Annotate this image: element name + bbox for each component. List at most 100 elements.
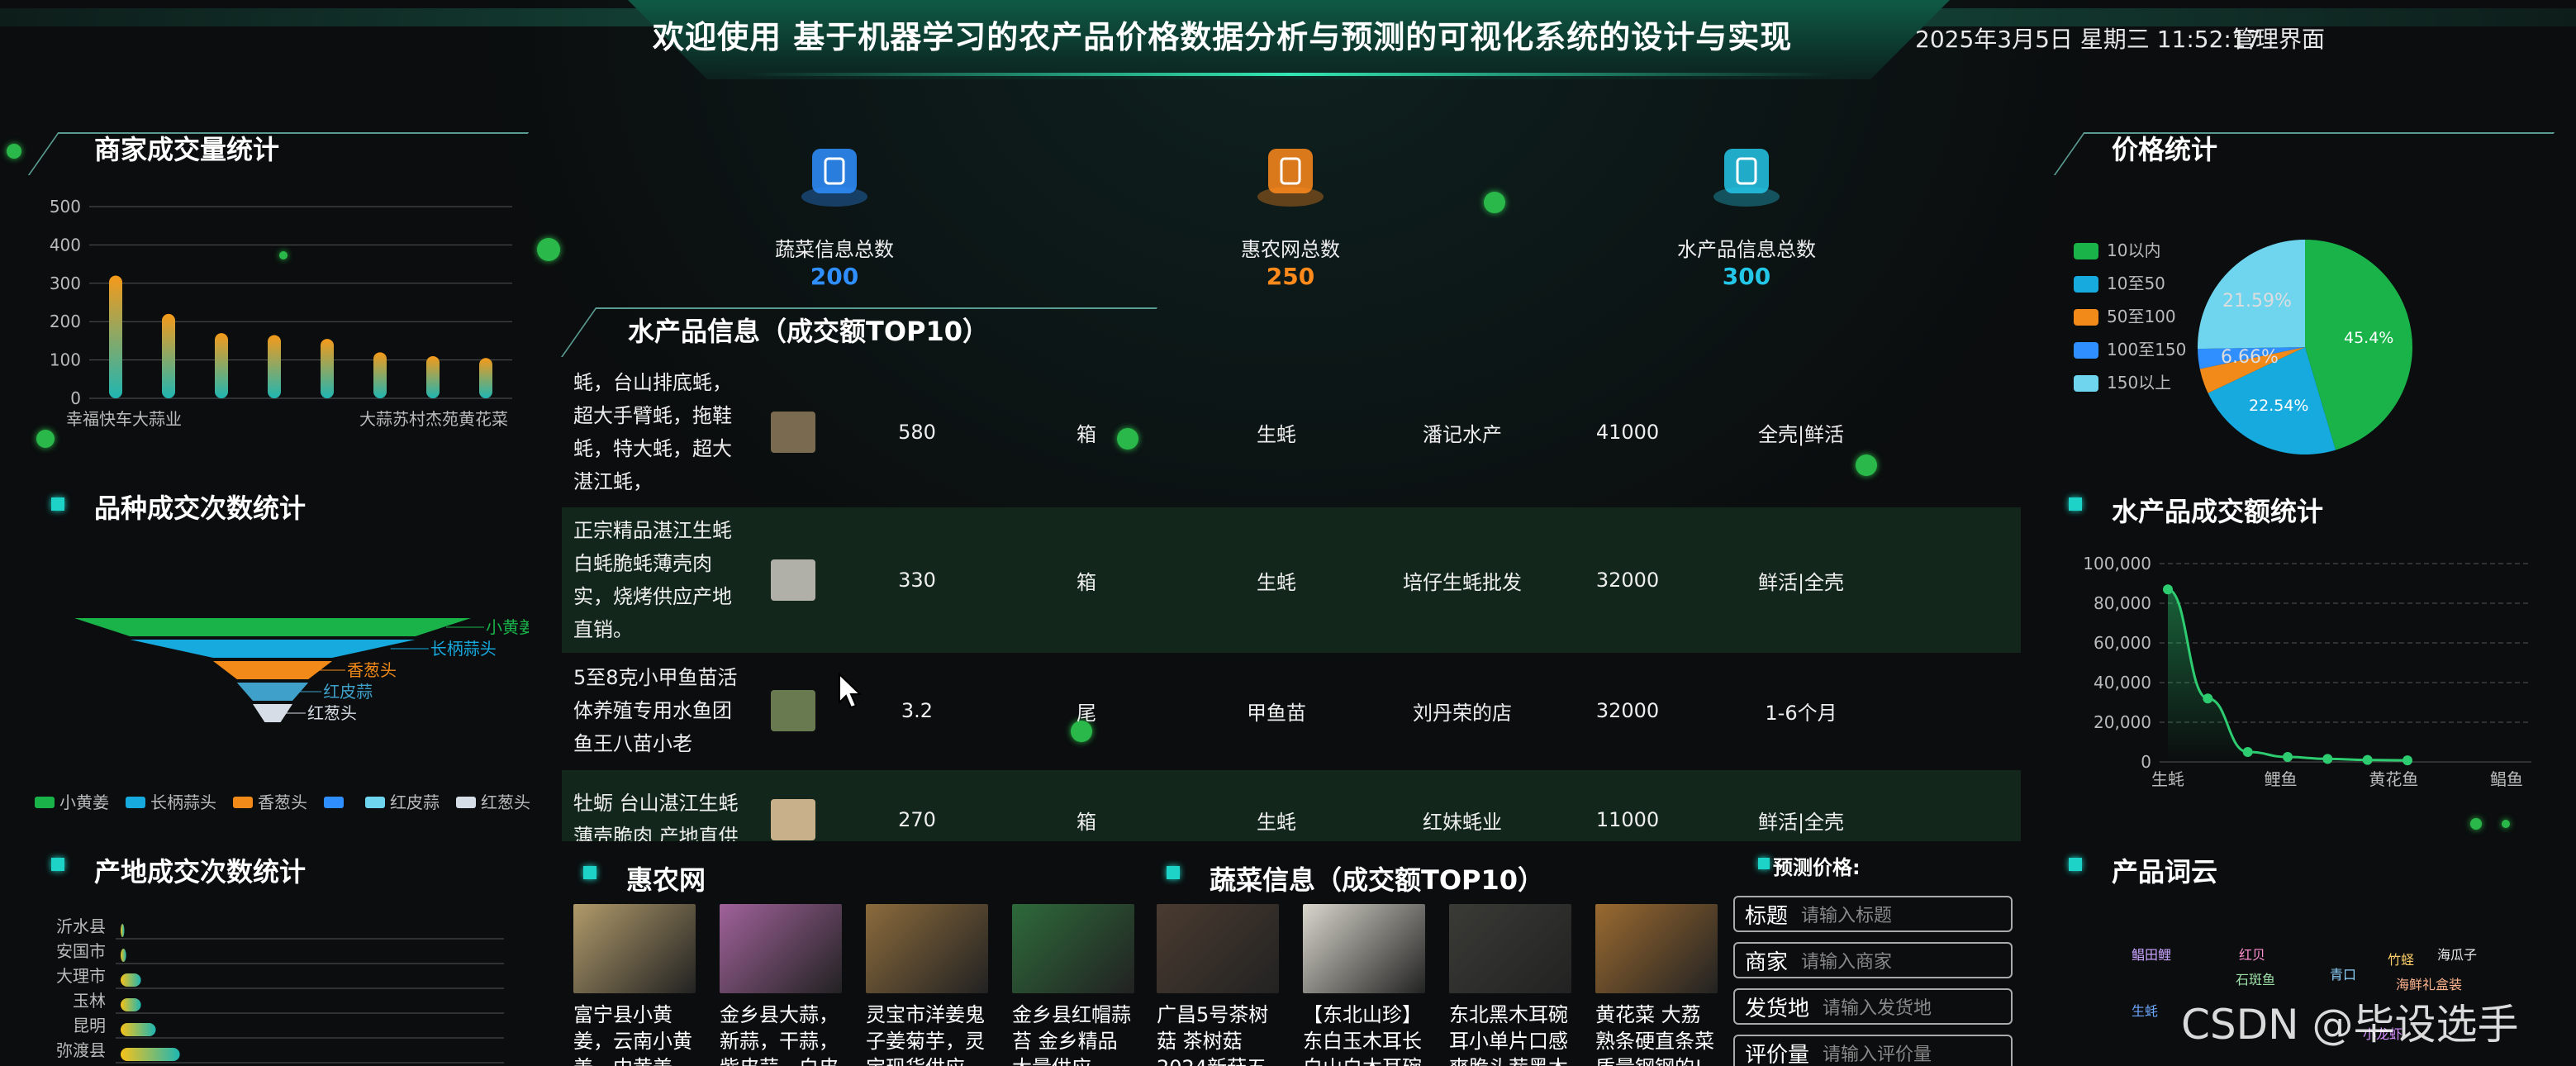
- y-tick-label: 昆明: [73, 1016, 106, 1035]
- x-tick-label: 幸福快车大蒜业: [66, 409, 182, 429]
- section-marker: [51, 858, 64, 871]
- cloud-word: 竹蛏: [2388, 952, 2415, 968]
- bar: [121, 973, 141, 987]
- field-placeholder: 请输入商家: [1801, 952, 1893, 973]
- card-image: [1303, 904, 1425, 993]
- legend-swatch: [2074, 375, 2098, 392]
- y-tick-label: 300: [50, 274, 81, 293]
- pie-outer-label: 6.66%: [2221, 347, 2279, 368]
- stat-label: 水产品信息总数: [1677, 238, 1816, 261]
- y-tick-label: 200: [50, 312, 81, 331]
- cell-shop: 刘丹荣的店: [1413, 701, 1512, 725]
- y-tick-label: 大理市: [56, 966, 106, 986]
- y-tick-label: 80,000: [2094, 593, 2151, 613]
- icon-body: [812, 149, 857, 193]
- legend-label: 小黄姜: [59, 792, 109, 812]
- card-name: 【东北山珍】东白玉木耳长白山白木耳碗: [1303, 1003, 1422, 1066]
- decor-dot: [537, 238, 560, 261]
- funnel-label: 长柄蒜头: [430, 639, 497, 659]
- field-label: 发货地: [1745, 996, 1810, 1021]
- funnel-label: 红葱头: [307, 703, 357, 723]
- y-tick-label: 100,000: [2083, 554, 2151, 573]
- funnel-segment: [74, 618, 471, 636]
- cell-amount: 41000: [1595, 421, 1660, 444]
- legend-swatch: [456, 797, 476, 808]
- aquatic-title: 水产品信息（成交额TOP10）: [628, 316, 990, 347]
- predict-field[interactable]: 发货地 请输入发货地: [1733, 988, 2013, 1025]
- aqamount-line-chart: 0 20,000 40,000 60,000 80,000 100,000 生蚝 鲤鱼 黄花鱼 鲳…: [2083, 554, 2531, 789]
- card-image: [866, 904, 988, 993]
- product-card[interactable]: 灵宝市洋姜鬼子姜菊芋，灵宝现货供应: [866, 904, 990, 1066]
- predict-field[interactable]: 评价量 请输入评价量: [1733, 1035, 2013, 1066]
- x-tick-label: 生蚝: [2151, 769, 2184, 789]
- cell-unit: 箱: [1077, 570, 1096, 594]
- stat-label: 蔬菜信息总数: [775, 238, 894, 261]
- data-point: [2283, 752, 2293, 762]
- product-card[interactable]: 金乡县红帽蒜苔 金乡精品大量供应: [1012, 904, 1136, 1066]
- x-tick-label: 黄花鱼: [2369, 769, 2418, 789]
- table-row[interactable]: 正宗精品湛江生蚝白蚝脆蚝薄壳肉实，烧烤供应产地直销。 330 箱 生蚝 培仔生蚝批发 32…: [562, 507, 2021, 653]
- bar: [121, 1048, 180, 1061]
- product-image: [744, 799, 843, 840]
- admin-link[interactable]: 管理界面: [2232, 21, 2325, 55]
- pie-label: 22.54%: [2249, 397, 2308, 415]
- legend-label: 100至150: [2107, 340, 2186, 359]
- table-row[interactable]: 5至8克小甲鱼苗活体养殖专用水鱼团鱼王八苗小老 3.2 尾 甲鱼苗 刘丹荣的店 32000…: [562, 654, 2021, 767]
- y-tick-label: 玉林: [73, 991, 106, 1011]
- legend-swatch: [324, 797, 344, 808]
- product-card[interactable]: 金乡县大蒜，新蒜，干蒜，紫皮蒜，白皮: [720, 904, 844, 1066]
- pie-outer-label: 21.59%: [2222, 291, 2292, 312]
- field-placeholder: 请输入评价量: [1823, 1045, 1932, 1065]
- card-image: [1012, 904, 1134, 993]
- product-card[interactable]: 【东北山珍】东白玉木耳长白山白木耳碗: [1303, 904, 1427, 1066]
- y-tick-label: 沂水县: [56, 916, 106, 936]
- cloud-word: 石斑鱼: [2236, 972, 2276, 987]
- table-row[interactable]: 蚝，台山排底蚝，超大手臂蚝，拖鞋蚝，特大蚝，超大湛江蚝， 580 箱 生蚝 潘记水产 41…: [562, 362, 2021, 502]
- y-tick-label: 20,000: [2094, 712, 2151, 732]
- card-name: 黄花菜 大荔熟条硬直条菜质量钢钢的!: [1595, 1003, 1714, 1066]
- funnel-label: 小黄姜: [486, 617, 529, 637]
- predict-field[interactable]: 商家 请输入商家: [1733, 942, 2013, 978]
- mouse-cursor-icon: [839, 673, 863, 709]
- predict-field[interactable]: 标题 请输入标题: [1733, 896, 2013, 932]
- section-marker: [2069, 497, 2082, 511]
- huinong-title: 惠农网: [626, 864, 706, 896]
- veg-title: 蔬菜信息（成交额TOP10）: [1210, 864, 1545, 896]
- cloud-word: 生蚝: [2132, 1003, 2159, 1019]
- bar: [121, 1023, 156, 1036]
- cell-unit: 尾: [1077, 701, 1096, 725]
- bar: [121, 998, 141, 1011]
- product-name: 正宗精品湛江生蚝白蚝脆蚝薄壳肉实，烧烤供应产地直销。: [573, 519, 732, 641]
- y-tick-label: 弥渡县: [56, 1040, 106, 1060]
- cell-shop: 潘记水产: [1423, 422, 1502, 446]
- bar: [121, 924, 125, 937]
- legend-label: 红皮蒜: [390, 792, 440, 812]
- variety-title: 品种成交次数统计: [94, 493, 307, 524]
- product-card[interactable]: 富宁县小黄姜，云南小黄姜，中黄姜: [573, 904, 697, 1066]
- page-title: 欢迎使用 基于机器学习的农产品价格数据分析与预测的可视化系统的设计与实现: [653, 19, 1793, 55]
- legend-label: 50至100: [2107, 307, 2176, 326]
- bar: [162, 313, 175, 398]
- predict-title: 预测价格:: [1773, 856, 1861, 879]
- legend-swatch: [365, 797, 385, 808]
- price-legend: 10以内 10至50 50至100 100至150 150以上: [2074, 240, 2186, 393]
- product-card[interactable]: 广昌5号茶树菇 茶树菇2024新菇五: [1157, 904, 1281, 1066]
- cell-tag: 鲜活|全壳: [1757, 810, 1845, 834]
- field-placeholder: 请输入发货地: [1823, 998, 1932, 1019]
- cloud-title: 产品词云: [2112, 856, 2218, 888]
- table-row[interactable]: 牡蛎 台山湛江生蚝薄壳脆肉 产地直供 270 箱 生蚝 红妹蚝业 11000 鲜活|全壳: [562, 770, 2021, 841]
- y-tick-label: 0: [70, 388, 81, 408]
- data-point: [2203, 693, 2213, 704]
- card-image: [1157, 904, 1279, 993]
- legend-label: 长柄蒜头: [150, 792, 216, 812]
- cell-price: 330: [898, 569, 936, 592]
- bar: [373, 352, 387, 398]
- product-card[interactable]: 东北黑木耳碗耳小单片口感爽脆头茬黑木: [1449, 904, 1573, 1066]
- product-card[interactable]: 黄花菜 大荔熟条硬直条菜质量钢钢的!: [1595, 904, 1719, 1066]
- card-image: [573, 904, 696, 993]
- cloud-word: 红贝: [2239, 947, 2266, 963]
- decor-dot: [2502, 820, 2510, 828]
- cell-shop: 红妹蚝业: [1423, 810, 1502, 834]
- data-point: [2322, 754, 2333, 764]
- datetime-display: 2025年3月5日 星期三 11:52:17: [1915, 26, 2261, 53]
